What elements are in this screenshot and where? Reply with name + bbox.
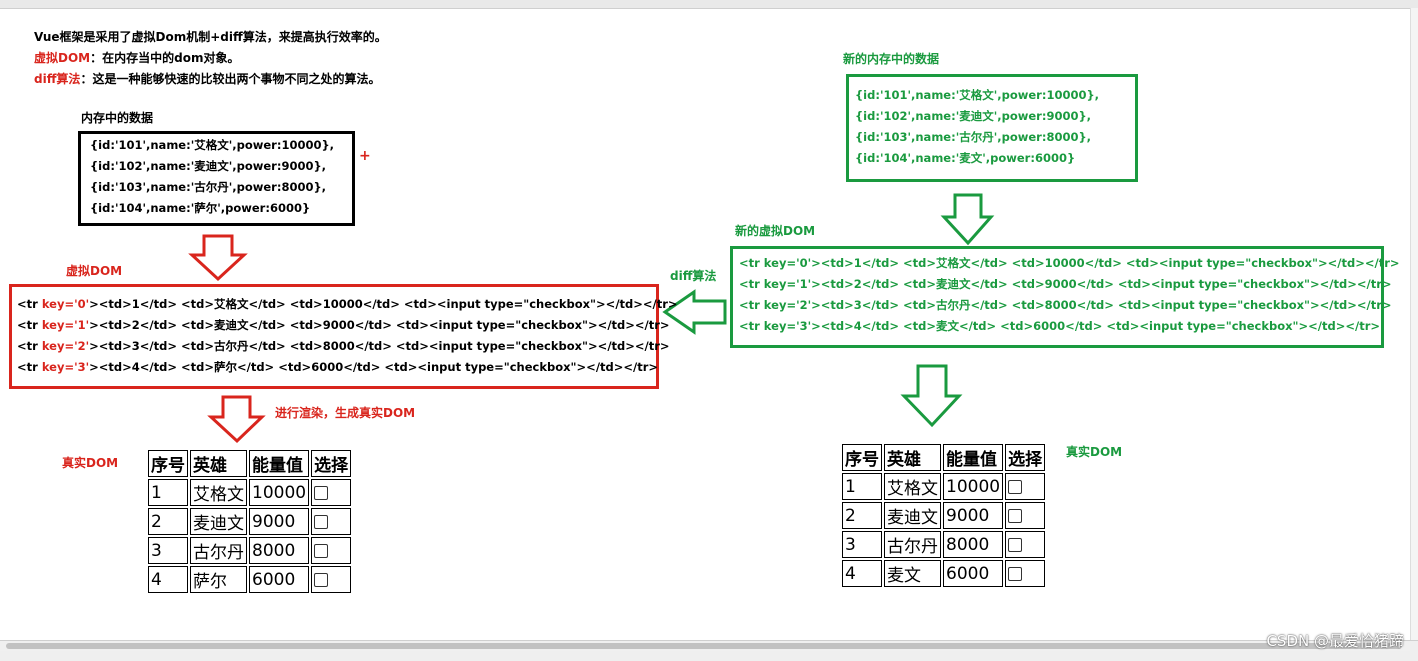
row-content: ><td>2</td> <td>麦迪文</td> <td>9000</td> <… (89, 318, 670, 332)
diff-label: diff算法 (670, 269, 717, 283)
virtual-dom-title: 虚拟DOM (66, 264, 123, 278)
cell-select (311, 537, 352, 564)
table-row: 2 麦迪文 9000 (842, 502, 1046, 529)
cell-select (311, 479, 352, 506)
real-dom-label: 真实DOM (62, 456, 119, 470)
table-row: 1 艾格文 10000 (148, 479, 352, 506)
cell-index: 3 (148, 537, 188, 564)
virtual-dom-row: <tr key='0'><td>1</td> <td>艾格文</td> <td>… (17, 294, 678, 315)
header-power: 能量值 (943, 444, 1004, 471)
select-checkbox[interactable] (1008, 566, 1023, 581)
new-virtual-dom-row: <tr key='0'><td>1</td> <td>艾格文</td> <td>… (739, 256, 1400, 270)
cell-power: 10000 (249, 479, 310, 506)
table-header-row: 序号 英雄 能量值 选择 (842, 444, 1046, 471)
new-virtual-dom-title: 新的虚拟DOM (735, 224, 816, 238)
cell-select (1005, 502, 1046, 529)
virtual-dom-box: <tr key='0'><td>1</td> <td>艾格文</td> <td>… (9, 284, 678, 389)
row-tag-open: <tr (17, 318, 42, 332)
new-real-dom-label: 真实DOM (1066, 445, 1123, 459)
header-power: 能量值 (249, 450, 310, 477)
table-row: 3 古尔丹 8000 (842, 531, 1046, 558)
new-virtual-dom-row: <tr key='3'><td>4</td> <td>麦文</td> <td>6… (739, 319, 1381, 333)
cell-hero: 麦迪文 (190, 508, 247, 535)
cell-power: 10000 (943, 473, 1004, 500)
cell-hero: 古尔丹 (190, 537, 247, 564)
cell-index: 3 (842, 531, 882, 558)
cell-hero: 麦迪文 (884, 502, 941, 529)
header-hero: 英雄 (190, 450, 247, 477)
cell-hero: 古尔丹 (884, 531, 941, 558)
cell-hero: 艾格文 (884, 473, 941, 500)
new-virtual-dom-row: <tr key='2'><td>3</td> <td>古尔丹</td> <td>… (739, 298, 1392, 312)
cell-index: 4 (148, 566, 188, 593)
select-checkbox[interactable] (314, 485, 329, 500)
red-down-arrow-icon (188, 234, 248, 282)
table-header-row: 序号 英雄 能量值 选择 (148, 450, 352, 477)
row-key: key='3' (41, 360, 90, 374)
new-virtual-dom-row: <tr key='1'><td>2</td> <td>麦迪文</td> <td>… (739, 277, 1392, 291)
cell-hero: 艾格文 (190, 479, 247, 506)
header-index: 序号 (842, 444, 882, 471)
select-checkbox[interactable] (1008, 479, 1023, 494)
row-tag-open: <tr (17, 360, 42, 374)
header-index: 序号 (148, 450, 188, 477)
select-checkbox[interactable] (314, 572, 329, 587)
table-row: 4 麦文 6000 (842, 560, 1046, 587)
green-down-arrow-icon (900, 364, 963, 428)
cell-select (1005, 560, 1046, 587)
cell-select (1005, 473, 1046, 500)
cell-index: 1 (842, 473, 882, 500)
cell-power: 6000 (943, 560, 1004, 587)
select-checkbox[interactable] (1008, 537, 1023, 552)
row-tag-open: <tr (17, 297, 42, 311)
red-down-arrow-icon (207, 395, 266, 444)
horizontal-scrollbar-thumb[interactable] (6, 643, 1402, 649)
cell-power: 9000 (943, 502, 1004, 529)
select-checkbox[interactable] (314, 514, 329, 529)
new-real-dom-table: 序号 英雄 能量值 选择 1 艾格文 10000 2 麦迪文 9000 3 古尔… (840, 442, 1047, 589)
row-content: ><td>1</td> <td>艾格文</td> <td>10000</td> … (89, 297, 678, 311)
table-row: 4 萨尔 6000 (148, 566, 352, 593)
cell-hero: 麦文 (884, 560, 941, 587)
virtual-dom-row: <tr key='3'><td>4</td> <td>萨尔</td> <td>6… (17, 357, 659, 378)
header-select: 选择 (311, 450, 352, 477)
cell-index: 2 (842, 502, 882, 529)
cell-power: 6000 (249, 566, 310, 593)
select-checkbox[interactable] (1008, 508, 1023, 523)
cell-power: 8000 (943, 531, 1004, 558)
table-row: 3 古尔丹 8000 (148, 537, 352, 564)
row-content: ><td>4</td> <td>萨尔</td> <td>6000</td> <t… (89, 360, 659, 374)
cell-index: 4 (842, 560, 882, 587)
row-key: key='0' (41, 297, 90, 311)
table-row: 2 麦迪文 9000 (148, 508, 352, 535)
real-dom-table: 序号 英雄 能量值 选择 1 艾格文 10000 2 麦迪文 9000 3 古尔… (146, 448, 353, 595)
new-virtual-dom-box: <tr key='0'><td>1</td> <td>艾格文</td> <td>… (730, 246, 1400, 348)
virtual-dom-row: <tr key='2'><td>3</td> <td>古尔丹</td> <td>… (17, 336, 670, 357)
table-row: 1 艾格文 10000 (842, 473, 1046, 500)
cell-select (311, 508, 352, 535)
cell-select (1005, 531, 1046, 558)
cell-index: 1 (148, 479, 188, 506)
green-down-arrow-icon (940, 193, 995, 246)
select-checkbox[interactable] (314, 543, 329, 558)
cell-power: 8000 (249, 537, 310, 564)
watermark: CSDN @最爱恰猪蹄 (1266, 632, 1404, 650)
row-key: key='2' (41, 339, 90, 353)
virtual-dom-row: <tr key='1'><td>2</td> <td>麦迪文</td> <td>… (17, 315, 670, 336)
render-label: 进行渲染，生成真实DOM (275, 406, 416, 420)
cell-select (311, 566, 352, 593)
cell-index: 2 (148, 508, 188, 535)
header-hero: 英雄 (884, 444, 941, 471)
header-select: 选择 (1005, 444, 1046, 471)
row-content: ><td>3</td> <td>古尔丹</td> <td>8000</td> <… (89, 339, 670, 353)
row-tag-open: <tr (17, 339, 42, 353)
row-key: key='1' (41, 318, 90, 332)
cell-power: 9000 (249, 508, 310, 535)
cell-hero: 萨尔 (190, 566, 247, 593)
